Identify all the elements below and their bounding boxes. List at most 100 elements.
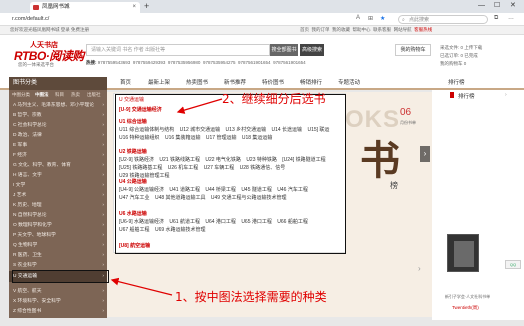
subcategory-link[interactable]: U22 电气化铁路 [205, 157, 241, 163]
my-cart-button[interactable]: 我的购物车 [395, 44, 431, 56]
url-field[interactable]: r.com/default.c/ [8, 15, 348, 24]
carousel-next-icon[interactable]: › [418, 264, 421, 273]
subcategory-link[interactable]: U15] 联运 [307, 127, 329, 133]
top-link-home[interactable]: 首页 [300, 27, 309, 32]
nav-item[interactable]: 畅销排行 [300, 77, 322, 90]
top-link-sitemap[interactable]: 网站导航 [394, 27, 412, 32]
advanced-search-button[interactable]: 高级搜索 [300, 44, 324, 56]
subcategory-link[interactable]: U27 车辆工程 [204, 165, 235, 171]
mini-stat[interactable]: 已选订单: 0 已完成 [440, 53, 520, 59]
category-row[interactable]: Z 综合性图书 › [9, 306, 107, 317]
nav-item[interactable]: 新书推荐 [224, 77, 246, 90]
sidebar-tab[interactable]: 出版社 [87, 90, 101, 99]
browser-tab-bar: 凤凰网书城 × + — ☐ ✕ [0, 0, 524, 13]
more-menu-icon[interactable]: … [508, 15, 514, 21]
subcategory-link[interactable]: U28 铁路通信、信号 [240, 165, 286, 171]
subcategory-section-title[interactable]: U1 综合运输 [119, 118, 147, 125]
subcategory-link[interactable]: U44 桥梁工程 [205, 187, 236, 193]
browser-tab[interactable]: 凤凰网书城 × [30, 2, 140, 13]
hot-keyword[interactable]: 9787561901654 [238, 60, 271, 65]
subcategory-link[interactable]: U23 特种铁路 [246, 157, 277, 163]
top-link-help[interactable]: 帮助中心 [353, 27, 371, 32]
sidebar-tabs: 中图分类 中图法 科目 热卖 出版社 [9, 90, 107, 99]
subcategory-link[interactable]: U11 综合运输体制与结构 [119, 127, 174, 133]
nav-item[interactable]: 最新上架 [148, 77, 170, 90]
subcategory-link[interactable]: U69 水路运输技术管理 [155, 227, 206, 233]
book-title[interactable]: 新引子学会·人文社科书单 [440, 294, 495, 300]
subcategory-link[interactable]: U49 交通工程与公路运输技术管理 [211, 195, 287, 201]
sidebar-tab[interactable]: 科目 [55, 90, 64, 99]
subcategory-link[interactable]: U46 汽车工程 [277, 187, 308, 193]
subcategory-link[interactable]: U66 船舶工程 [277, 219, 308, 225]
search-all-books-button[interactable]: 搜全部图书 [270, 44, 298, 56]
hot-keyword[interactable]: 9787535954275 [203, 60, 236, 65]
subcategory-link[interactable]: U61 航道工程 [169, 219, 200, 225]
subcategory-link[interactable]: [U6-9] 水路运输经济 [119, 219, 164, 225]
favorite-star-icon[interactable]: ★ [380, 15, 385, 22]
subcategory-link[interactable]: U67 船舶工程 [119, 227, 150, 233]
subcategory-items: U11 综合运输体制与结构 U12 城市交通运输 U13 乡村交通运输 U14 … [119, 126, 341, 142]
subcategory-link[interactable]: U26 机车工程 [168, 165, 199, 171]
hot-keyword[interactable]: 9787559429393 [133, 60, 166, 65]
subcategory-section-title[interactable]: [U-9] 交通运输经济 [119, 106, 162, 113]
close-tab-icon[interactable]: × [132, 2, 136, 13]
book-cover[interactable] [447, 234, 479, 272]
maximize-icon[interactable]: ☐ [494, 0, 500, 12]
top-link-service[interactable]: 联系客服 [373, 27, 391, 32]
sidebar-tab[interactable]: 中图分类 [12, 90, 30, 99]
more-icon[interactable]: › [505, 92, 507, 98]
subcategory-link[interactable]: [U24] 铁路隧道工程 [282, 157, 325, 163]
subcategory-section-title[interactable]: [U8] 航空运输 [119, 242, 150, 249]
category-label: H 语言、文字 [13, 173, 42, 178]
banner-next-arrow-icon[interactable]: › [420, 146, 430, 162]
hot-keyword[interactable]: 9787561901654 [273, 60, 306, 65]
subcategory-link[interactable]: U18 集运运输 [242, 135, 273, 141]
sidebar-tab-active[interactable]: 中图法 [35, 90, 49, 99]
subcategory-link[interactable]: [U4-9] 公路运输经济 [119, 187, 164, 193]
subcategory-link[interactable]: [U25] 铁路路基工程 [119, 165, 162, 171]
category-label: B 哲学、宗教 [13, 113, 42, 118]
top-link-favorites[interactable]: 我的收藏 [332, 27, 350, 32]
extension-icon[interactable]: ⊞ [368, 15, 373, 22]
subcategory-link[interactable]: U13 乡村交通运输 [226, 127, 267, 133]
site-search-input[interactable]: 请输入关键词 书名 作者 出版社等 [86, 44, 270, 56]
category-label: V 航空、航天 [13, 289, 42, 294]
subcategory-section-title[interactable]: U6 水路运输 [119, 210, 147, 217]
subcategory-link[interactable]: U21 铁路线路工程 [159, 157, 200, 163]
mini-stat[interactable]: 采选文件: 0 上传下载 [440, 45, 520, 51]
subcategory-section-title[interactable]: U2 铁路运输 [119, 148, 147, 155]
subcategory-link[interactable]: U14 长途运输 [272, 127, 303, 133]
subcategory-link[interactable]: U47 汽车工业 [119, 195, 150, 201]
ranking-link[interactable]: 排行榜 [448, 77, 465, 90]
browser-search-input[interactable]: ⌕ 点此搜索 [398, 15, 488, 24]
nav-item[interactable]: 热卖图书 [186, 77, 208, 90]
collections-icon[interactable]: ⧉ [494, 15, 498, 22]
nav-item[interactable]: 专题活动 [338, 77, 360, 90]
qq-chat-icon[interactable]: QQ [505, 260, 521, 269]
category-header[interactable]: 图书分类 [9, 77, 107, 90]
subcategory-link[interactable]: U41 道路工程 [169, 187, 200, 193]
hot-keyword[interactable]: 9787535956980 [168, 60, 201, 65]
top-link-orders[interactable]: 我的订单 [312, 27, 330, 32]
subcategory-link[interactable]: U17 管理运输 [206, 135, 237, 141]
nav-item[interactable]: 首页 [120, 77, 131, 90]
read-aloud-icon[interactable]: A [356, 15, 360, 21]
mini-stat[interactable]: 我的购物车 0 [440, 61, 520, 67]
welcome-text[interactable]: 您好欢迎光临凤凰网书城 登录 免费注册 [10, 27, 89, 33]
subcategory-link[interactable]: U16 集装箱运输 [165, 135, 201, 141]
minimize-icon[interactable]: — [478, 0, 485, 12]
subcategory-link[interactable]: U48 其他道路运输工具 [155, 195, 206, 201]
subcategory-section-title[interactable]: U4 公路运输 [119, 178, 147, 185]
subcategory-link[interactable]: U12 城市交通运输 [180, 127, 221, 133]
subcategory-link[interactable]: U64 港口工程 [205, 219, 236, 225]
ranking-title[interactable]: 排行榜 [458, 92, 475, 100]
subcategory-link[interactable]: U65 港口工程 [241, 219, 272, 225]
close-window-icon[interactable]: ✕ [510, 0, 516, 12]
new-tab-icon[interactable]: + [144, 1, 149, 11]
hot-keyword[interactable]: 9787559543693 [98, 60, 131, 65]
subcategory-link[interactable]: U16 特种运输组织 [119, 135, 160, 141]
subcategory-link[interactable]: U45 隧道工程 [241, 187, 272, 193]
nav-item[interactable]: 特价图书 [262, 77, 284, 90]
sidebar-tab[interactable]: 热卖 [71, 90, 80, 99]
subcategory-link[interactable]: [U2-9] 铁路经济 [119, 157, 154, 163]
